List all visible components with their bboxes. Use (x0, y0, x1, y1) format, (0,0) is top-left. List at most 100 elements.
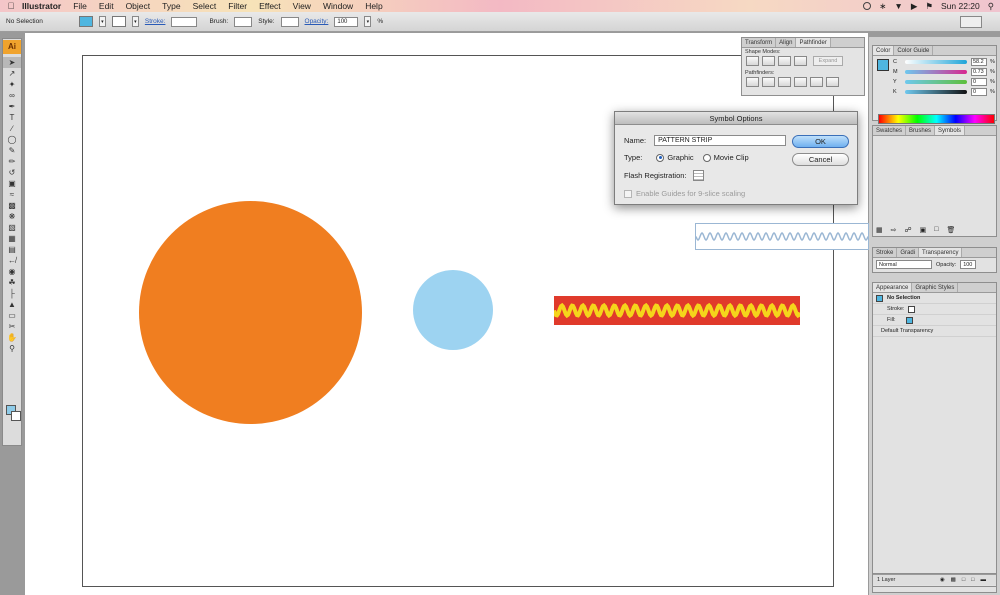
menu-file[interactable]: File (73, 1, 87, 11)
menu-object[interactable]: Object (126, 1, 151, 11)
merge-icon[interactable] (778, 77, 791, 87)
style-dropdown[interactable] (280, 16, 299, 27)
flag-icon[interactable]: ⚑ (925, 1, 933, 12)
pen-tool-icon[interactable]: ✒ (3, 101, 21, 112)
crop-icon[interactable] (794, 77, 807, 87)
fill-color-swatch[interactable] (78, 16, 93, 27)
unite-icon[interactable] (746, 56, 759, 66)
exclude-icon[interactable] (794, 56, 807, 66)
tab-color-guide[interactable]: Color Guide (894, 46, 934, 55)
intersect-icon[interactable] (778, 56, 791, 66)
symbol-options-icon[interactable]: ▣ (920, 226, 927, 234)
default-transparency-row[interactable]: Default Transparency (873, 326, 996, 337)
symbol-libraries-icon[interactable]: ▦ (876, 226, 883, 234)
tab-color[interactable]: Color (873, 46, 895, 55)
stroke-dropdown-icon[interactable]: ▾ (131, 16, 139, 27)
selection-tool-icon[interactable]: ➤ (3, 57, 21, 68)
time-machine-icon[interactable] (863, 2, 872, 10)
registration-grid-icon[interactable] (692, 170, 704, 181)
menu-help[interactable]: Help (365, 1, 382, 11)
cyan-value[interactable]: 58.2 (971, 58, 987, 66)
brush-dropdown[interactable] (234, 16, 253, 27)
stroke-label-link[interactable]: Stroke: (145, 18, 166, 25)
volume-icon[interactable]: ▶ (911, 1, 918, 12)
new-symbol-icon[interactable]: □ (934, 226, 938, 234)
fill-swatch-icon[interactable] (905, 316, 913, 324)
graphic-radio[interactable] (656, 153, 665, 162)
gradient-tool-icon[interactable]: ▤ (3, 244, 21, 255)
minus-back-icon[interactable] (826, 77, 839, 87)
ok-button[interactable]: OK (792, 135, 849, 148)
app-name-menu[interactable]: Illustrator (22, 1, 61, 11)
scale-tool-icon[interactable]: ▣ (3, 178, 21, 189)
warp-tool-icon[interactable]: ≈ (3, 189, 21, 200)
black-slider[interactable] (905, 90, 967, 94)
tab-swatches[interactable]: Swatches (873, 126, 907, 135)
stroke-weight-field[interactable] (171, 16, 198, 27)
tab-stroke[interactable]: Stroke (873, 248, 898, 257)
eraser-tool-icon[interactable]: ▭ (3, 310, 21, 321)
menu-view[interactable]: View (293, 1, 311, 11)
menu-window[interactable]: Window (323, 1, 353, 11)
mesh-tool-icon[interactable]: ▦ (3, 233, 21, 244)
delete-symbol-icon[interactable]: 🗑 (946, 226, 955, 234)
tab-appearance[interactable]: Appearance (873, 283, 913, 292)
appearance-stroke-row[interactable]: Stroke: (873, 304, 996, 315)
layer-actions-icons[interactable]: ◉▩□□▬ (940, 575, 992, 586)
slice-tool-icon[interactable]: ▲ (3, 299, 21, 310)
stroke-color-swatch[interactable] (111, 16, 126, 27)
direct-selection-tool-icon[interactable]: ↗ (3, 68, 21, 79)
black-value[interactable]: 0 (971, 88, 987, 96)
graphic-radio-label[interactable]: Graphic (667, 153, 693, 162)
blend-tool-icon[interactable]: ◉ (3, 266, 21, 277)
pencil-tool-icon[interactable]: ✏ (3, 156, 21, 167)
wifi-icon[interactable]: ▼ (894, 1, 902, 11)
place-symbol-icon[interactable]: ⇨ (891, 226, 897, 234)
enable-guides-checkbox[interactable] (624, 189, 632, 198)
menu-edit[interactable]: Edit (99, 1, 114, 11)
opacity-label-link[interactable]: Opacity: (305, 18, 329, 25)
trim-icon[interactable] (762, 77, 775, 87)
lasso-tool-icon[interactable]: ∞ (3, 90, 21, 101)
outline-icon[interactable] (810, 77, 823, 87)
spotlight-search-icon[interactable]: ⚲ (988, 1, 994, 12)
apple-menu-icon[interactable]:  (0, 1, 22, 11)
menu-type[interactable]: Type (162, 1, 180, 11)
break-link-icon[interactable]: ☍ (905, 226, 912, 234)
zoom-tool-icon[interactable]: ⚲ (3, 343, 21, 354)
tab-align[interactable]: Align (776, 38, 797, 47)
menu-effect[interactable]: Effect (259, 1, 281, 11)
type-tool-icon[interactable]: T (3, 112, 21, 123)
tab-brushes[interactable]: Brushes (906, 126, 936, 135)
tab-graphic-styles[interactable]: Graphic Styles (912, 283, 959, 292)
stroke-color-icon[interactable] (11, 411, 21, 421)
scissors-tool-icon[interactable]: ✂ (3, 321, 21, 332)
cancel-button[interactable]: Cancel (792, 153, 849, 166)
paintbrush-tool-icon[interactable]: ✎ (3, 145, 21, 156)
menu-select[interactable]: Select (193, 1, 217, 11)
symbol-sprayer-tool-icon[interactable]: ❋ (3, 211, 21, 222)
hand-tool-icon[interactable]: ✋ (3, 332, 21, 343)
clock-text[interactable]: Sun 22:20 (941, 1, 980, 11)
magenta-value[interactable]: 0.73 (971, 68, 987, 76)
opacity-field[interactable]: 100 (334, 16, 359, 27)
yellow-value[interactable]: 0 (971, 78, 987, 86)
expand-button[interactable]: Expand (813, 56, 843, 66)
divide-icon[interactable] (746, 77, 759, 87)
magic-wand-tool-icon[interactable]: ✦ (3, 79, 21, 90)
tab-pathfinder[interactable]: Pathfinder (796, 38, 831, 47)
workspace-switcher-icon[interactable] (960, 16, 982, 28)
fill-dropdown-icon[interactable]: ▾ (98, 16, 106, 27)
blue-circle[interactable] (413, 270, 493, 350)
yellow-slider[interactable] (905, 80, 967, 84)
eyedropper-tool-icon[interactable]: ↚ (3, 255, 21, 266)
rotate-tool-icon[interactable]: ↺ (3, 167, 21, 178)
blend-mode-select[interactable]: Normal (876, 260, 932, 269)
color-spectrum-bar[interactable] (878, 114, 995, 124)
crop-tool-icon[interactable]: ├ (3, 288, 21, 299)
line-tool-icon[interactable]: ∕ (3, 123, 21, 134)
minus-front-icon[interactable] (762, 56, 775, 66)
tab-transparency[interactable]: Transparency (919, 248, 963, 257)
magenta-slider[interactable] (905, 70, 967, 74)
stroke-none-icon[interactable] (908, 305, 916, 313)
